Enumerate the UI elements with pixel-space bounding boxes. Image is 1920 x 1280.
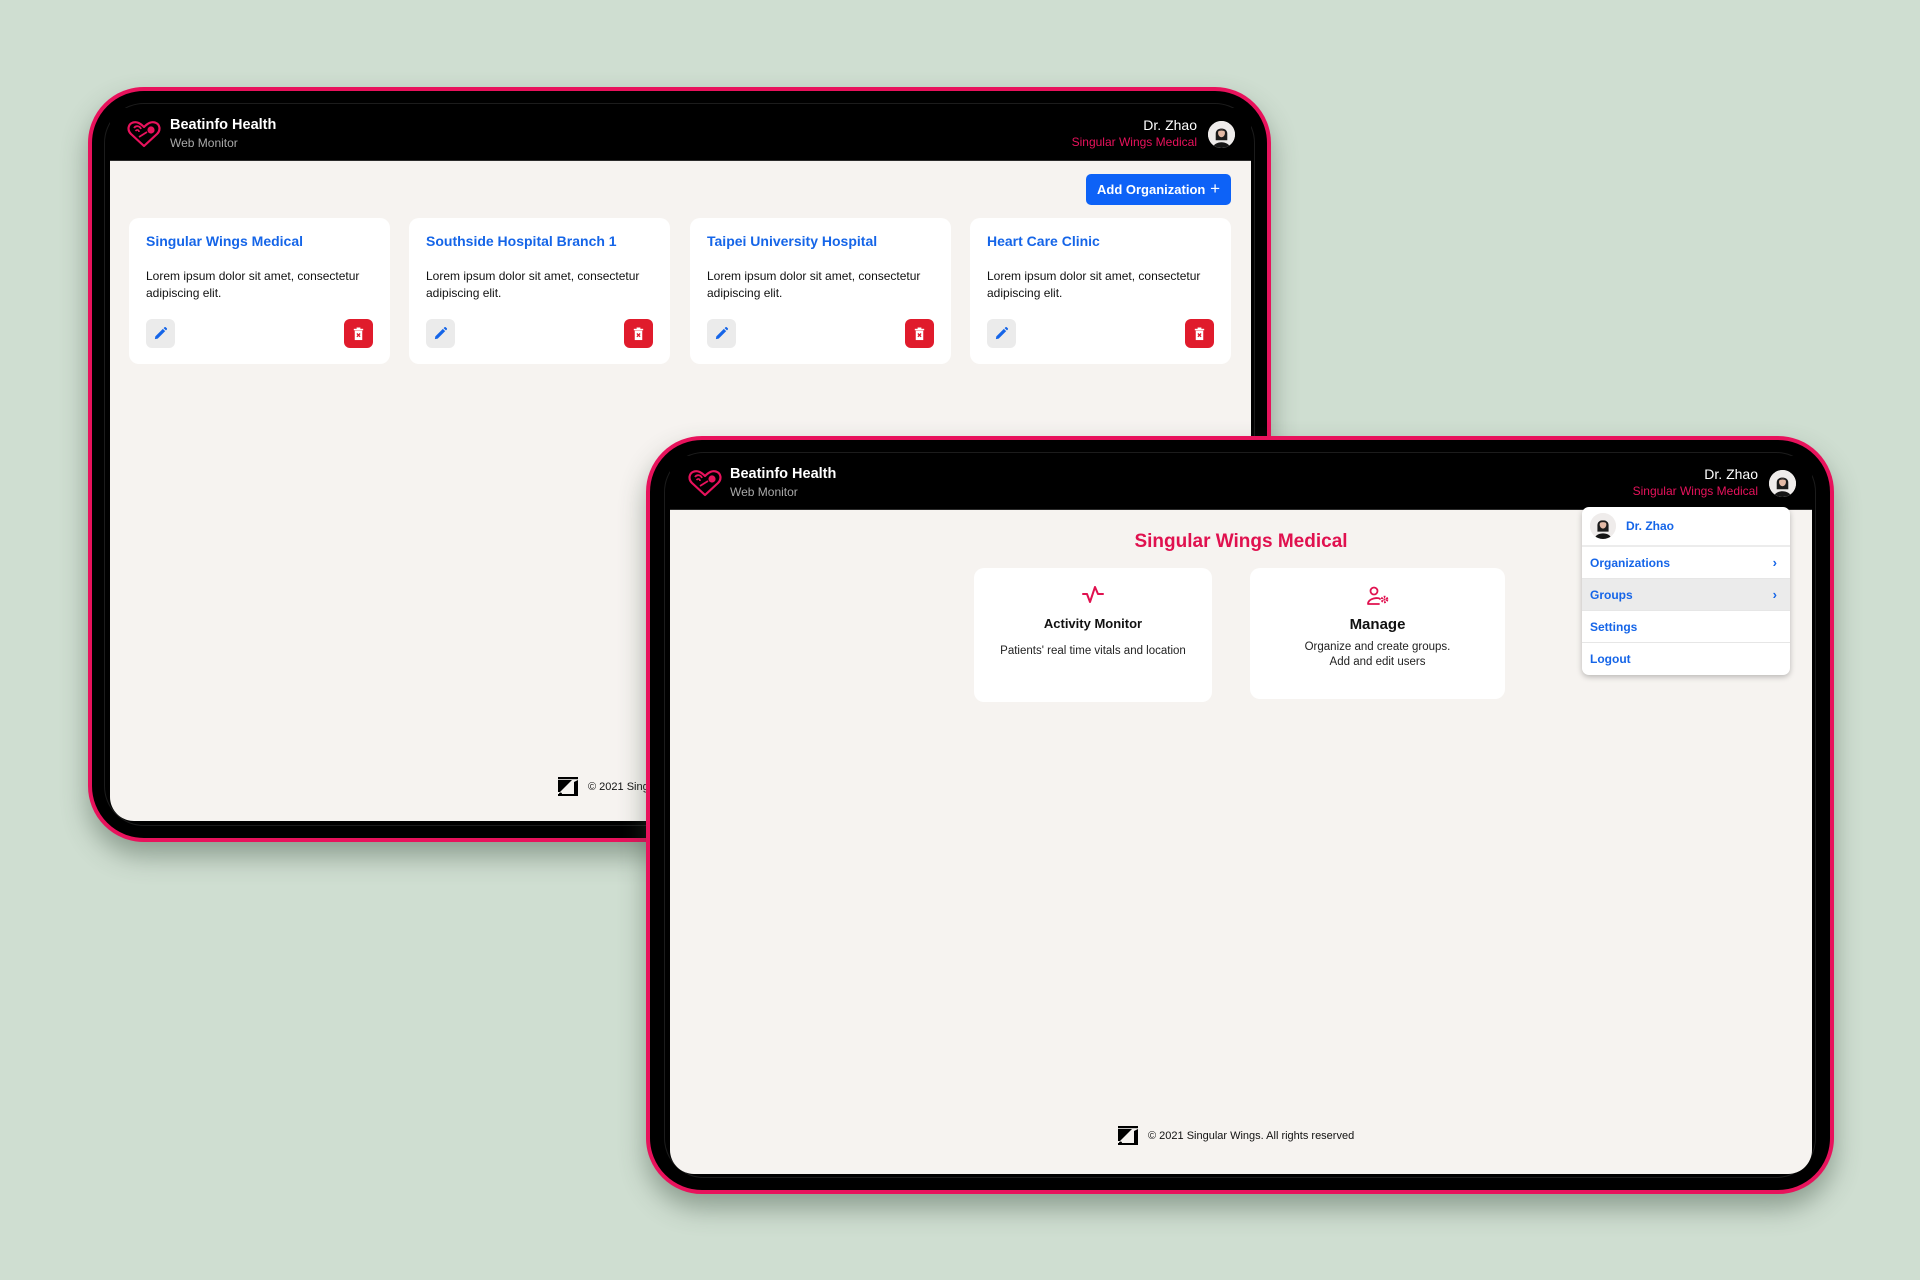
user-settings-icon [1366,586,1388,605]
delete-organization-button[interactable] [344,319,373,348]
add-organization-label: Add Organization [1097,182,1206,197]
manage-card[interactable]: Manage Organize and create groups. Add a… [1250,568,1505,699]
footer: © 2021 Singular Wings. All rights reserv… [1118,1126,1354,1145]
delete-organization-button[interactable] [624,319,653,348]
feature-description: Patients' real time vitals and location [1000,645,1186,657]
menu-item-organizations[interactable]: Organizations › [1582,547,1790,579]
user-menu-name: Dr. Zhao [1626,519,1675,533]
activity-monitor-card[interactable]: Activity Monitor Patients' real time vit… [974,568,1212,702]
feature-title: Manage [1349,616,1406,633]
user-organization: Singular Wings Medical [1071,135,1197,149]
user-info[interactable]: Dr. Zhao Singular Wings Medical [1072,117,1197,150]
pencil-icon [994,326,1009,341]
app-title: Beatinfo Health [170,117,277,133]
organization-name[interactable]: Heart Care Clinic [987,233,1100,249]
organization-card[interactable]: Southside Hospital Branch 1 Lorem ipsum … [409,218,670,364]
user-menu-header[interactable]: Dr. Zhao [1582,507,1790,547]
menu-item-label: Groups [1590,587,1633,602]
organization-name[interactable]: Southside Hospital Branch 1 [426,233,617,249]
pencil-icon [433,326,448,341]
chevron-right-icon: › [1772,587,1777,602]
user-avatar[interactable] [1208,121,1235,148]
user-menu-dropdown: Dr. Zhao Organizations › Groups › Settin… [1582,507,1790,675]
organization-name[interactable]: Singular Wings Medical [146,233,303,249]
feature-description-line1: Organize and create groups. [1304,641,1451,653]
menu-item-label: Logout [1590,652,1631,666]
heart-pill-logo-icon [688,469,722,497]
feature-title: Activity Monitor [1043,616,1143,631]
trash-icon [631,326,646,341]
trash-icon [912,326,927,341]
trash-icon [351,326,366,341]
trash-icon [1192,326,1207,341]
user-avatar[interactable] [1769,470,1796,497]
pencil-icon [153,326,168,341]
menu-item-label: Organizations [1590,555,1671,570]
organization-description: Lorem ipsum dolor sit amet, consectetur … [146,269,360,300]
copyright-text: © 2021 Singular Wings. All rights reserv… [1148,1129,1355,1142]
copyright-text: © 2021 Sing [588,780,649,793]
heart-pill-logo-icon [127,120,161,148]
menu-item-logout[interactable]: Logout [1582,643,1790,675]
edit-organization-button[interactable] [426,319,455,348]
footer: © 2021 Sing [558,777,649,796]
chevron-right-icon: › [1772,555,1777,570]
delete-organization-button[interactable] [905,319,934,348]
app-header: Beatinfo Health Web Monitor Dr. Zhao Sin… [670,456,1812,510]
menu-item-label: Settings [1590,619,1638,634]
user-name: Dr. Zhao [1143,117,1197,133]
organization-card[interactable]: Singular Wings Medical Lorem ipsum dolor… [129,218,390,364]
app-title: Beatinfo Health [730,466,837,482]
organization-description: Lorem ipsum dolor sit amet, consectetur … [426,269,640,300]
organization-card[interactable]: Heart Care Clinic Lorem ipsum dolor sit … [970,218,1231,364]
pencil-icon [714,326,729,341]
organization-name[interactable]: Taipei University Hospital [707,233,877,249]
home-screen: Beatinfo Health Web Monitor Dr. Zhao Sin… [670,456,1812,1174]
menu-item-groups[interactable]: Groups › [1582,579,1790,611]
singular-wings-logo-icon [558,777,578,796]
user-name: Dr. Zhao [1704,466,1758,482]
singular-wings-logo-icon [1118,1126,1138,1145]
tablet-home-view: Beatinfo Health Web Monitor Dr. Zhao Sin… [646,436,1834,1194]
app-subtitle: Web Monitor [730,485,798,499]
organization-card[interactable]: Taipei University Hospital Lorem ipsum d… [690,218,951,364]
organization-description: Lorem ipsum dolor sit amet, consectetur … [707,269,921,300]
app-header: Beatinfo Health Web Monitor Dr. Zhao Sin… [110,108,1251,161]
user-info[interactable]: Dr. Zhao Singular Wings Medical [1633,466,1758,499]
edit-organization-button[interactable] [707,319,736,348]
edit-organization-button[interactable] [146,319,175,348]
organization-description: Lorem ipsum dolor sit amet, consectetur … [987,269,1201,300]
plus-icon: + [1210,179,1220,198]
delete-organization-button[interactable] [1185,319,1214,348]
user-organization: Singular Wings Medical [1632,484,1758,498]
pulse-icon [1082,586,1104,603]
user-avatar [1590,513,1616,539]
edit-organization-button[interactable] [987,319,1016,348]
menu-item-settings[interactable]: Settings [1582,611,1790,643]
app-subtitle: Web Monitor [170,136,238,150]
add-organization-button[interactable]: Add Organization + [1086,174,1231,205]
feature-description-line2: Add and edit users [1329,656,1426,668]
